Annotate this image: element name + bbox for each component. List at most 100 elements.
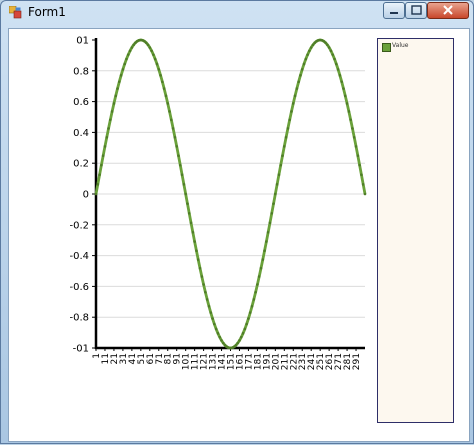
data-point xyxy=(243,327,247,331)
data-point xyxy=(272,202,275,205)
data-point xyxy=(100,163,103,167)
data-point xyxy=(118,80,121,84)
data-point xyxy=(291,102,295,105)
data-point xyxy=(105,136,109,139)
data-point xyxy=(125,57,128,61)
data-point xyxy=(284,136,288,139)
data-point xyxy=(150,49,153,53)
data-point xyxy=(241,332,245,335)
data-point xyxy=(213,322,216,326)
data-point xyxy=(290,110,293,113)
chart-legend: Value xyxy=(377,38,454,423)
data-point xyxy=(146,43,150,47)
data-point xyxy=(336,68,340,71)
data-point xyxy=(349,118,352,122)
data-point xyxy=(211,317,214,320)
y-tick-label: 0.6 xyxy=(73,97,89,108)
data-point xyxy=(324,41,327,45)
data-point xyxy=(191,230,195,234)
data-point xyxy=(356,154,360,158)
y-tick-label: 0.4 xyxy=(73,128,89,139)
data-point xyxy=(302,62,306,66)
data-point xyxy=(162,87,166,90)
data-point xyxy=(248,311,252,314)
data-point xyxy=(195,249,198,252)
x-tick-label: 291 xyxy=(352,353,362,370)
data-point xyxy=(293,94,297,98)
data-point xyxy=(204,290,207,294)
data-point xyxy=(189,221,193,225)
data-point xyxy=(234,343,238,347)
data-point xyxy=(300,68,304,71)
data-point xyxy=(259,266,263,270)
data-point xyxy=(363,192,367,196)
data-point xyxy=(202,283,205,286)
data-point xyxy=(254,290,257,294)
data-point xyxy=(261,258,265,261)
data-point xyxy=(288,118,291,122)
data-point xyxy=(295,87,299,90)
data-point xyxy=(159,74,162,77)
data-point xyxy=(173,136,177,139)
data-point xyxy=(182,183,186,186)
data-point xyxy=(116,87,119,90)
data-point xyxy=(309,46,313,49)
data-point xyxy=(157,68,161,71)
data-point xyxy=(257,275,261,278)
data-point xyxy=(354,145,358,148)
data-point xyxy=(299,74,302,77)
y-tick-label: -01 xyxy=(73,344,89,355)
data-point xyxy=(101,154,105,158)
data-point xyxy=(103,145,107,148)
data-point xyxy=(263,249,266,252)
data-point xyxy=(329,49,333,53)
data-point xyxy=(236,341,239,345)
data-point xyxy=(268,221,272,225)
data-point xyxy=(347,110,351,113)
data-point xyxy=(98,173,101,176)
data-point xyxy=(351,127,354,130)
legend-swatch-value xyxy=(382,43,391,52)
data-point xyxy=(94,192,98,196)
data-point xyxy=(170,118,173,122)
data-point xyxy=(166,102,170,105)
data-point xyxy=(335,62,338,66)
data-point xyxy=(311,43,315,47)
data-point xyxy=(161,80,164,84)
y-tick-label: 0.2 xyxy=(73,159,89,170)
data-point xyxy=(207,304,211,308)
data-point xyxy=(180,173,184,176)
y-tick-label: 01 xyxy=(76,36,89,47)
y-tick-label: -0.6 xyxy=(69,282,89,293)
data-point xyxy=(274,192,277,196)
data-point xyxy=(308,49,311,53)
data-point xyxy=(283,145,286,148)
data-point xyxy=(130,46,134,49)
data-point xyxy=(178,163,182,167)
data-point xyxy=(360,173,363,176)
data-point xyxy=(218,335,222,339)
data-point xyxy=(281,154,284,158)
data-point xyxy=(304,57,308,61)
data-point xyxy=(352,136,356,139)
data-point xyxy=(270,212,274,215)
data-point xyxy=(114,94,118,98)
data-point xyxy=(338,74,342,77)
data-point xyxy=(256,283,259,286)
data-point xyxy=(200,275,204,278)
data-point xyxy=(196,258,200,261)
data-point xyxy=(250,304,254,308)
data-point xyxy=(326,43,329,47)
data-point xyxy=(123,62,126,66)
data-point xyxy=(222,341,225,345)
app-window: Form1 01 0.8 0.6 0.4 0.2 0 -0.2 -0.4 -0.6 -0.8 -01… xyxy=(0,0,474,444)
data-point xyxy=(245,322,248,326)
data-point xyxy=(266,230,270,234)
data-point xyxy=(126,53,130,56)
data-point xyxy=(184,192,187,196)
data-point xyxy=(361,183,365,186)
data-point xyxy=(168,110,171,113)
data-point xyxy=(343,94,347,98)
data-point xyxy=(186,202,189,205)
data-point xyxy=(107,127,110,130)
